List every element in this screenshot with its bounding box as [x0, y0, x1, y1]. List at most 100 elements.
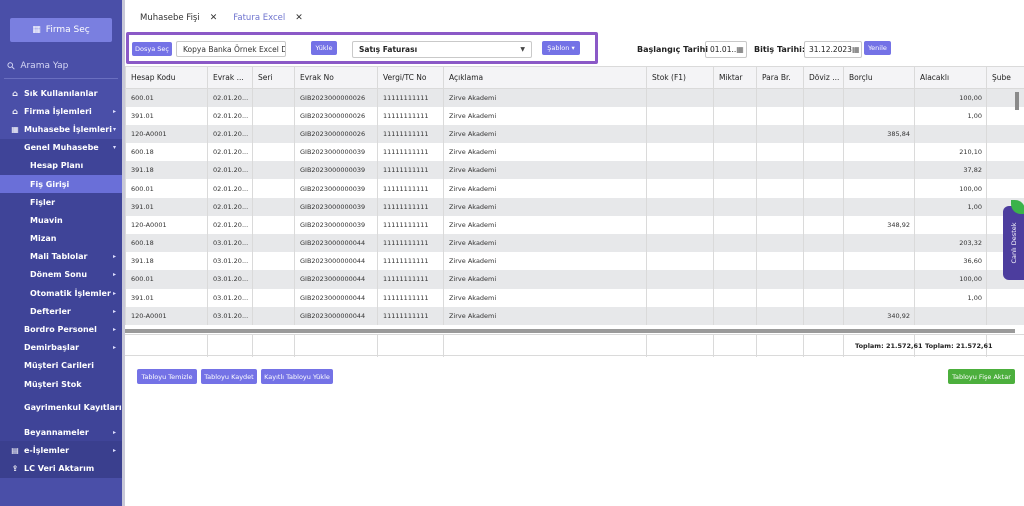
table-cell[interactable]: [646, 124, 714, 144]
table-cell[interactable]: 203,32: [914, 234, 987, 253]
table-row[interactable]: 120-A0001 02.01.20... GIB2023000000039 1111…: [125, 215, 1024, 234]
table-cell[interactable]: [756, 270, 804, 289]
table-cell[interactable]: GIB2023000000039: [294, 143, 378, 162]
table-cell[interactable]: [252, 179, 295, 198]
column-header[interactable]: Evrak No: [294, 66, 378, 89]
table-cell[interactable]: [756, 124, 804, 144]
load-saved-table-button[interactable]: Kayıtlı Tabloyu Yükle: [261, 369, 333, 384]
table-row[interactable]: 600.01 03.01.20... GIB2023000000044 1111111…: [125, 270, 1024, 289]
table-cell[interactable]: [646, 106, 714, 125]
table-cell[interactable]: 11111111111: [377, 161, 444, 180]
table-cell[interactable]: [803, 88, 844, 107]
sidebar-item-fis-girisi[interactable]: Fiş Girişi: [0, 174, 122, 194]
table-cell[interactable]: 11111111111: [377, 215, 444, 234]
table-cell[interactable]: [713, 179, 757, 198]
table-cell[interactable]: 03.01.20...: [207, 234, 253, 253]
table-row[interactable]: 600.01 02.01.20... GIB2023000000039 1111111…: [125, 179, 1024, 198]
table-row[interactable]: 600.18 03.01.20... GIB2023000000044 1111111…: [125, 234, 1024, 253]
column-header[interactable]: Miktar: [713, 66, 757, 89]
transfer-to-voucher-button[interactable]: Tabloyu Fişe Aktar: [948, 369, 1015, 384]
table-row[interactable]: 391.01 03.01.20... GIB2023000000044 1111111…: [125, 288, 1024, 307]
start-date-input[interactable]: 01.01.. ▦: [705, 41, 747, 58]
table-cell[interactable]: [252, 215, 295, 234]
table-cell[interactable]: [252, 306, 295, 325]
table-cell[interactable]: GIB2023000000044: [294, 270, 378, 289]
table-cell[interactable]: [646, 234, 714, 253]
sidebar-item-favorites[interactable]: ⌂ Sık Kullanılanlar: [0, 84, 122, 102]
table-cell[interactable]: 03.01.20...: [207, 306, 253, 325]
table-cell[interactable]: 340,92: [843, 306, 915, 325]
table-cell[interactable]: 11111111111: [377, 124, 444, 144]
table-cell[interactable]: 02.01.20...: [207, 106, 253, 125]
table-cell[interactable]: [713, 252, 757, 271]
table-cell[interactable]: [713, 197, 757, 216]
table-cell[interactable]: 11111111111: [377, 197, 444, 216]
table-cell[interactable]: 11111111111: [377, 270, 444, 289]
table-row[interactable]: 120-A0001 02.01.20... GIB2023000000026 1111…: [125, 124, 1024, 144]
table-cell[interactable]: 348,92: [843, 215, 915, 234]
horizontal-scrollbar[interactable]: [125, 329, 1015, 333]
table-cell[interactable]: 120-A0001: [125, 215, 208, 234]
table-cell[interactable]: 1,00: [914, 197, 987, 216]
table-cell[interactable]: [843, 252, 915, 271]
table-cell[interactable]: [252, 270, 295, 289]
column-header[interactable]: Hesap Kodu: [125, 66, 208, 89]
table-cell[interactable]: 120-A0001: [125, 124, 208, 144]
table-cell[interactable]: [803, 306, 844, 325]
table-cell[interactable]: [843, 288, 915, 307]
table-cell[interactable]: 120-A0001: [125, 306, 208, 325]
table-cell[interactable]: [713, 306, 757, 325]
sidebar-item-musteri-stok[interactable]: Müşteri Stok: [0, 375, 122, 394]
table-cell[interactable]: 03.01.20...: [207, 288, 253, 307]
column-header[interactable]: Evrak ...: [207, 66, 253, 89]
close-icon[interactable]: ✕: [295, 13, 303, 23]
table-cell[interactable]: [803, 179, 844, 198]
table-cell[interactable]: 100,00: [914, 88, 987, 107]
table-cell[interactable]: 210,10: [914, 143, 987, 162]
table-cell[interactable]: [713, 143, 757, 162]
column-header[interactable]: Borçlu: [843, 66, 915, 89]
table-cell[interactable]: [252, 252, 295, 271]
table-cell[interactable]: [252, 197, 295, 216]
table-cell[interactable]: [646, 161, 714, 180]
column-header[interactable]: Seri: [252, 66, 295, 89]
table-cell[interactable]: [986, 306, 1024, 325]
table-cell[interactable]: 03.01.20...: [207, 252, 253, 271]
table-cell[interactable]: [803, 215, 844, 234]
clear-table-button[interactable]: Tabloyu Temizle: [137, 369, 197, 384]
table-cell[interactable]: [713, 234, 757, 253]
table-cell[interactable]: [252, 124, 295, 144]
sidebar-item-gayrimenkul-kayitlari[interactable]: Gayrimenkul Kayıtları: [0, 393, 122, 424]
table-cell[interactable]: [646, 252, 714, 271]
table-cell[interactable]: [713, 161, 757, 180]
table-cell[interactable]: 391.01: [125, 106, 208, 125]
table-cell[interactable]: [986, 179, 1024, 198]
table-cell[interactable]: [252, 288, 295, 307]
table-cell[interactable]: [843, 179, 915, 198]
column-header[interactable]: Döviz ...: [803, 66, 844, 89]
table-cell[interactable]: GIB2023000000039: [294, 197, 378, 216]
table-cell[interactable]: GIB2023000000044: [294, 306, 378, 325]
table-cell[interactable]: [803, 124, 844, 144]
table-cell[interactable]: 600.18: [125, 143, 208, 162]
table-cell[interactable]: [252, 234, 295, 253]
file-select-button[interactable]: Dosya Seç: [132, 42, 172, 56]
table-cell[interactable]: [986, 288, 1024, 307]
table-cell[interactable]: [803, 161, 844, 180]
table-cell[interactable]: 385,84: [843, 124, 915, 144]
table-cell[interactable]: GIB2023000000044: [294, 234, 378, 253]
invoice-type-select[interactable]: Satış Faturası ▼: [352, 41, 532, 58]
end-date-input[interactable]: 31.12.2023 ▦: [804, 41, 862, 58]
table-cell[interactable]: [756, 88, 804, 107]
table-row[interactable]: 391.01 02.01.20... GIB2023000000026 1111111…: [125, 106, 1024, 125]
table-cell[interactable]: 1,00: [914, 288, 987, 307]
table-cell[interactable]: [843, 234, 915, 253]
table-row[interactable]: 600.18 02.01.20... GIB2023000000039 1111111…: [125, 143, 1024, 162]
table-cell[interactable]: GIB2023000000039: [294, 215, 378, 234]
table-cell[interactable]: [914, 124, 987, 144]
table-cell[interactable]: [713, 215, 757, 234]
table-cell[interactable]: 02.01.20...: [207, 179, 253, 198]
tab-fatura-excel[interactable]: Fatura Excel ✕: [233, 10, 303, 26]
table-cell[interactable]: 391.01: [125, 197, 208, 216]
table-cell[interactable]: 11111111111: [377, 234, 444, 253]
